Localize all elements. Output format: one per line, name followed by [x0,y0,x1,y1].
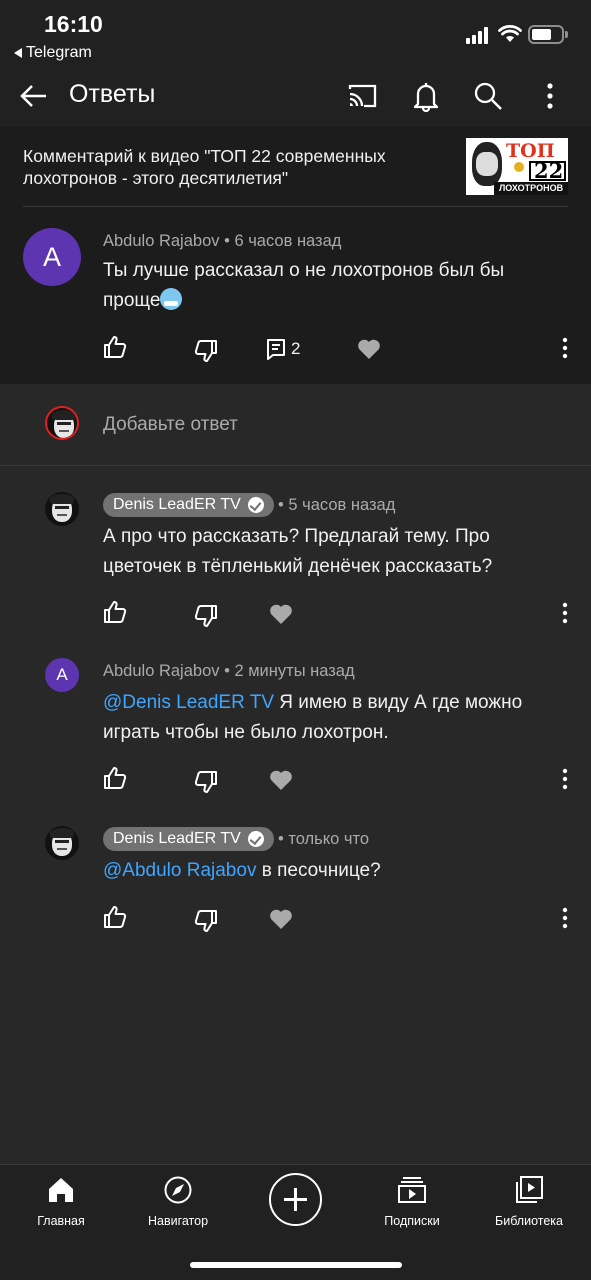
reply-text: @Abdulo Rajabov в песочнице? [103,856,543,886]
avatar[interactable] [45,826,79,860]
reply-icon[interactable] [264,336,290,362]
comment-text: Ты лучше рассказал о не лохотронов был б… [103,256,543,316]
comment-more-icon[interactable] [561,336,569,360]
original-comment-section: Комментарий к видео "ТОП 22 современных … [0,126,591,384]
heart-icon[interactable] [356,336,382,362]
heart-icon[interactable] [268,601,294,627]
reply-more-icon[interactable] [561,767,569,791]
add-reply-row[interactable]: Добавьте ответ [0,384,591,466]
add-reply-input[interactable]: Добавьте ответ [103,414,238,436]
back-app-label: Telegram [26,44,92,61]
like-icon[interactable] [102,334,128,360]
more-vertical-icon[interactable] [534,80,566,112]
reply-text: @Denis LeadER TV Я имею в виду А где мож… [103,688,543,748]
library-icon [516,1176,543,1203]
avatar[interactable]: A [23,228,81,286]
subscriptions-icon [398,1177,426,1203]
nav-subscriptions[interactable]: Подписки [357,1175,467,1228]
reply-text-body: в песочнице? [256,860,381,881]
like-icon[interactable] [102,599,128,625]
battery-icon [528,25,568,44]
dislike-icon[interactable] [193,338,219,364]
channel-badge[interactable]: Denis LeadER TV [103,493,274,517]
back-to-app-link[interactable]: Telegram [14,44,92,62]
video-thumbnail[interactable]: ТОП 22 ЛОХОТРОНОВ [466,138,568,195]
reply-author[interactable]: Abdulo Rajabov [103,662,220,680]
dollar-coin-icon [514,162,524,172]
dislike-icon[interactable] [193,908,219,934]
status-bar: 16:10 Telegram [0,0,591,66]
status-time: 16:10 [44,11,103,37]
nav-home-label: Главная [37,1214,85,1228]
mention-link[interactable]: @Denis LeadER TV [103,692,274,713]
comment-time: • 6 часов назад [224,232,342,250]
reply-more-icon[interactable] [561,601,569,625]
create-button[interactable] [269,1173,322,1226]
divider [23,206,568,207]
back-arrow-icon[interactable] [18,80,50,112]
reply-time: • 2 минуты назад [224,662,355,680]
app-header: Ответы [0,66,591,126]
nav-explore[interactable]: Навигатор [123,1175,233,1228]
nav-home[interactable]: Главная [6,1175,116,1228]
heart-icon[interactable] [268,767,294,793]
cast-icon[interactable] [346,80,378,112]
reply-more-icon[interactable] [561,906,569,930]
heart-icon[interactable] [268,906,294,932]
reply-time: • 5 часов назад [278,496,396,514]
comment-meta: Abdulo Rajabov • 6 часов назад [103,232,341,251]
home-icon [49,1178,73,1202]
thumbnail-number: 22 [534,158,564,183]
compass-icon [164,1176,192,1204]
nav-library-label: Библиотека [495,1214,563,1228]
reply-meta: Abdulo Rajabov • 2 минуты назад [103,662,355,681]
verified-check-icon [247,831,264,847]
bell-icon[interactable] [410,80,442,112]
cellular-signal-icon [466,26,492,44]
freezing-face-emoji-icon [160,288,183,310]
search-icon[interactable] [472,80,504,112]
back-triangle-icon [14,48,22,58]
nav-library[interactable]: Библиотека [474,1175,584,1228]
page-title: Ответы [69,80,156,108]
reply-text: А про что рассказать? Предлагай тему. Пр… [103,526,493,577]
nav-subscriptions-label: Подписки [384,1214,440,1228]
home-indicator[interactable] [190,1262,402,1268]
video-context-title[interactable]: Комментарий к видео "ТОП 22 современных … [23,145,443,189]
verified-check-icon [247,497,264,513]
reply-author: Denis LeadER TV [113,496,241,513]
dislike-icon[interactable] [193,769,219,795]
wifi-icon [498,25,522,42]
dislike-icon[interactable] [193,603,219,629]
thumbnail-bottom-text: ЛОХОТРОНОВ [494,182,568,195]
reply-count[interactable]: 2 [291,339,300,359]
reply-time: • только что [278,830,370,848]
channel-badge[interactable]: Denis LeadER TV [103,827,274,851]
nav-explore-label: Навигатор [147,1214,209,1228]
bottom-navigation: Главная Навигатор Подписки Библиотека [0,1164,591,1280]
avatar[interactable]: A [45,658,79,692]
mention-link[interactable]: @Abdulo Rajabov [103,860,256,881]
reply-author: Denis LeadER TV [113,830,241,847]
like-icon[interactable] [102,765,128,791]
my-avatar [45,406,79,440]
avatar[interactable] [45,492,79,526]
like-icon[interactable] [102,904,128,930]
comment-author[interactable]: Abdulo Rajabov [103,232,220,250]
